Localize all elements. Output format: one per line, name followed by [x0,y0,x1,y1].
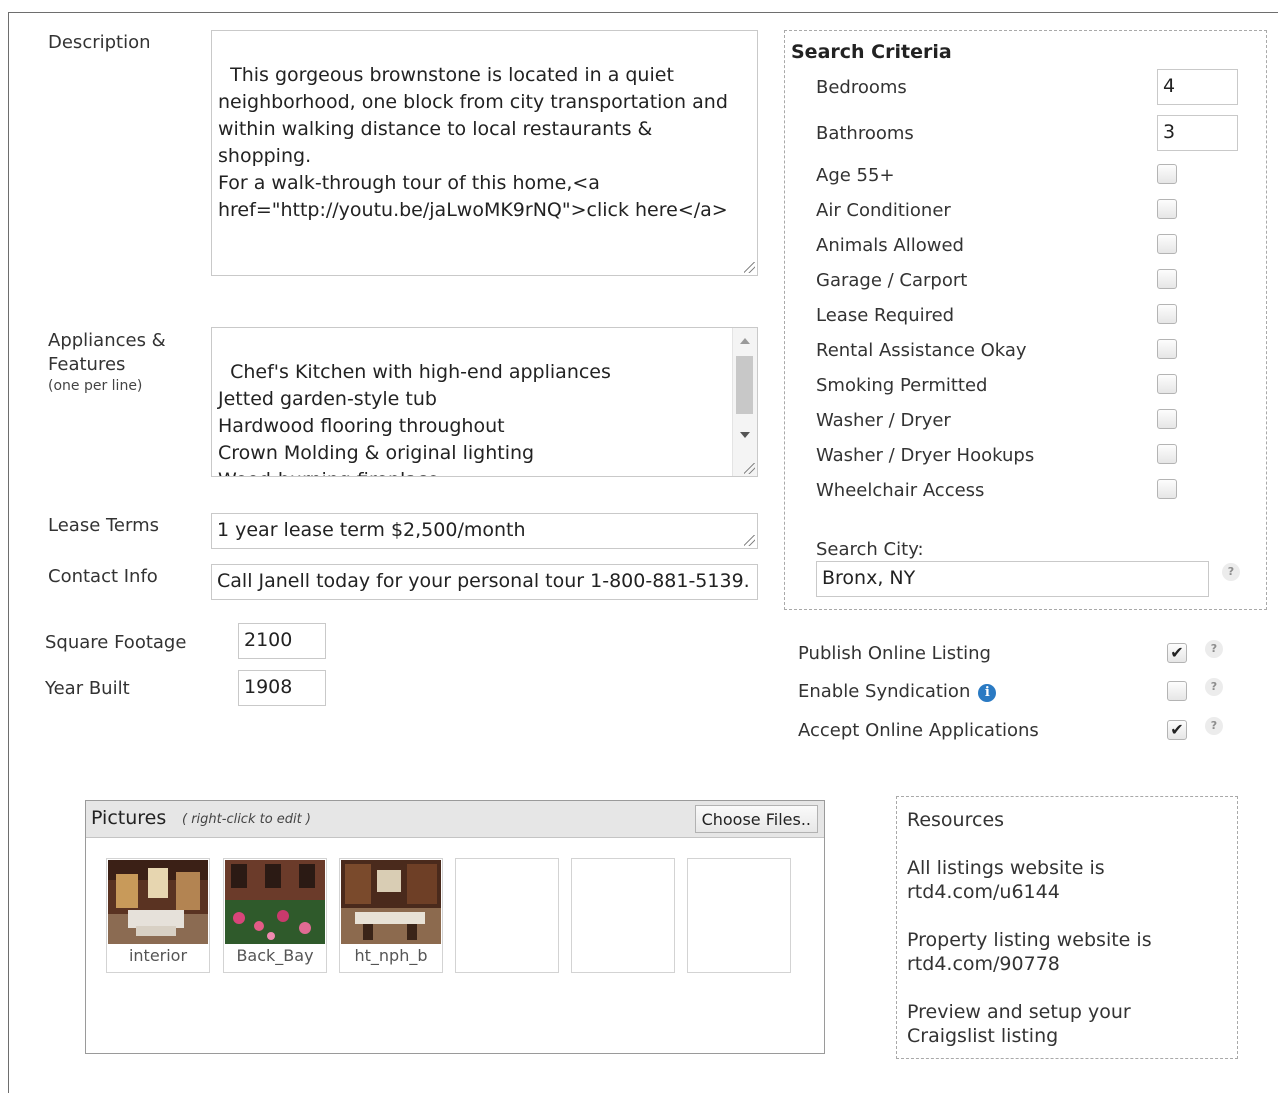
publish-option-text: Publish Online Listing [798,643,991,664]
square-footage-label: Square Footage [45,632,187,653]
scroll-down-icon[interactable] [740,432,750,438]
year-built-field[interactable]: 1908 [238,670,326,706]
pictures-title: Pictures [91,807,167,829]
criteria-label: Age 55+ [816,165,895,186]
property-listing-text: Property listing website is [907,929,1152,951]
picture-caption: Back_Bay [236,946,314,965]
picture-thumbnail[interactable]: Back_Bay [223,858,327,973]
features-text: Chef's Kitchen with high-end appliances … [218,361,611,476]
search-criteria-title: Search Criteria [791,41,952,63]
bedrooms-value: 4 [1163,75,1176,97]
picture-interior-image [108,860,208,944]
features-textarea[interactable]: Chef's Kitchen with high-end appliances … [211,327,758,477]
picture-ht-nph-b-image [341,860,441,944]
criteria-checkbox[interactable] [1157,164,1177,184]
help-icon[interactable]: ? [1205,640,1223,658]
pictures-hint: ( right-click to edit ) [182,812,311,827]
resize-grip-icon[interactable] [744,463,755,474]
contact-info-field[interactable]: Call Janell today for your personal tour… [211,564,758,600]
lease-terms-field[interactable]: 1 year lease term $2,500/month [211,513,758,549]
description-text: This gorgeous brownstone is located in a… [218,64,728,221]
empty-picture-slot[interactable] [455,858,559,973]
picture-back-bay-image [225,860,325,944]
all-listings-text: All listings website is [907,857,1105,879]
contact-info-value: Call Janell today for your personal tour… [217,570,750,592]
publish-option-checkbox[interactable]: ✔ [1167,643,1187,663]
criteria-label: Smoking Permitted [816,375,988,396]
publish-option-checkbox[interactable]: ✔ [1167,720,1187,740]
square-footage-value: 2100 [244,629,293,651]
publish-option-label: Publish Online Listing [798,643,991,664]
criteria-checkbox[interactable] [1157,269,1177,289]
criteria-checkbox[interactable] [1157,444,1177,464]
help-icon[interactable]: ? [1205,717,1223,735]
picture-caption: interior [128,946,188,965]
info-icon[interactable]: i [978,684,997,702]
description-textarea[interactable]: This gorgeous brownstone is located in a… [211,30,758,276]
criteria-checkbox[interactable] [1157,479,1177,499]
bathrooms-field[interactable]: 3 [1157,115,1238,151]
criteria-label: Washer / Dryer [816,410,951,431]
criteria-label: Air Conditioner [816,200,951,221]
criteria-label: Rental Assistance Okay [816,340,1027,361]
craigslist-link[interactable]: Craigslist listing [907,1025,1058,1047]
criteria-label: Lease Required [816,305,955,326]
bedrooms-label: Bedrooms [816,77,907,98]
resources-title: Resources [907,809,1005,831]
craigslist-text: Preview and setup your [907,1001,1131,1023]
criteria-checkbox[interactable] [1157,304,1177,324]
lease-terms-label: Lease Terms [48,515,159,536]
criteria-label: Wheelchair Access [816,480,985,501]
year-built-label: Year Built [45,678,130,699]
features-scrollbar[interactable] [732,328,757,476]
bathrooms-value: 3 [1163,121,1176,143]
criteria-checkbox[interactable] [1157,374,1177,394]
resources-panel: Resources All listings website is rtd4.c… [896,796,1238,1059]
bathrooms-label: Bathrooms [816,123,914,144]
resize-grip-icon[interactable] [744,262,755,273]
help-icon[interactable]: ? [1205,678,1223,696]
search-city-value: Bronx, NY [822,567,916,589]
criteria-label: Animals Allowed [816,235,964,256]
contact-info-label: Contact Info [48,566,158,587]
scroll-thumb[interactable] [736,356,753,414]
resize-grip-icon[interactable] [744,535,755,546]
property-listing-link[interactable]: rtd4.com/90778 [907,953,1060,975]
description-label: Description [48,32,151,53]
pictures-panel: Pictures ( right-click to edit ) Choose … [85,800,825,1054]
picture-caption: ht_nph_b [354,946,428,965]
empty-picture-slot[interactable] [687,858,791,973]
criteria-checkbox[interactable] [1157,234,1177,254]
criteria-checkbox[interactable] [1157,409,1177,429]
publish-option-text: Enable Syndication [798,681,971,702]
empty-picture-slot[interactable] [571,858,675,973]
publish-option-label: Accept Online Applications [798,720,1039,741]
bedrooms-field[interactable]: 4 [1157,69,1238,105]
all-listings-link[interactable]: rtd4.com/u6144 [907,881,1060,903]
choose-files-button[interactable]: Choose Files.. [694,805,818,833]
picture-thumbnail[interactable]: ht_nph_b [339,858,443,973]
help-icon[interactable]: ? [1222,563,1240,581]
publish-option-label: Enable Syndication i [798,681,997,702]
search-criteria-panel: Search Criteria Bedrooms 4 Bathrooms 3 A… [784,30,1267,610]
criteria-checkbox[interactable] [1157,339,1177,359]
pictures-header: Pictures ( right-click to edit ) Choose … [86,801,824,838]
publish-option-text: Accept Online Applications [798,720,1039,741]
search-city-field[interactable]: Bronx, NY [816,561,1209,597]
features-hint: (one per line) [48,378,143,394]
year-built-value: 1908 [244,676,293,698]
criteria-label: Washer / Dryer Hookups [816,445,1035,466]
lease-terms-value: 1 year lease term $2,500/month [217,519,526,541]
picture-thumbnail[interactable]: interior [106,858,210,973]
square-footage-field[interactable]: 2100 [238,623,326,659]
scroll-up-icon[interactable] [740,338,750,344]
features-label: Appliances & Features [48,330,166,375]
criteria-label: Garage / Carport [816,270,968,291]
search-city-label: Search City: [816,539,924,560]
publish-option-checkbox[interactable] [1167,681,1187,701]
criteria-checkbox[interactable] [1157,199,1177,219]
